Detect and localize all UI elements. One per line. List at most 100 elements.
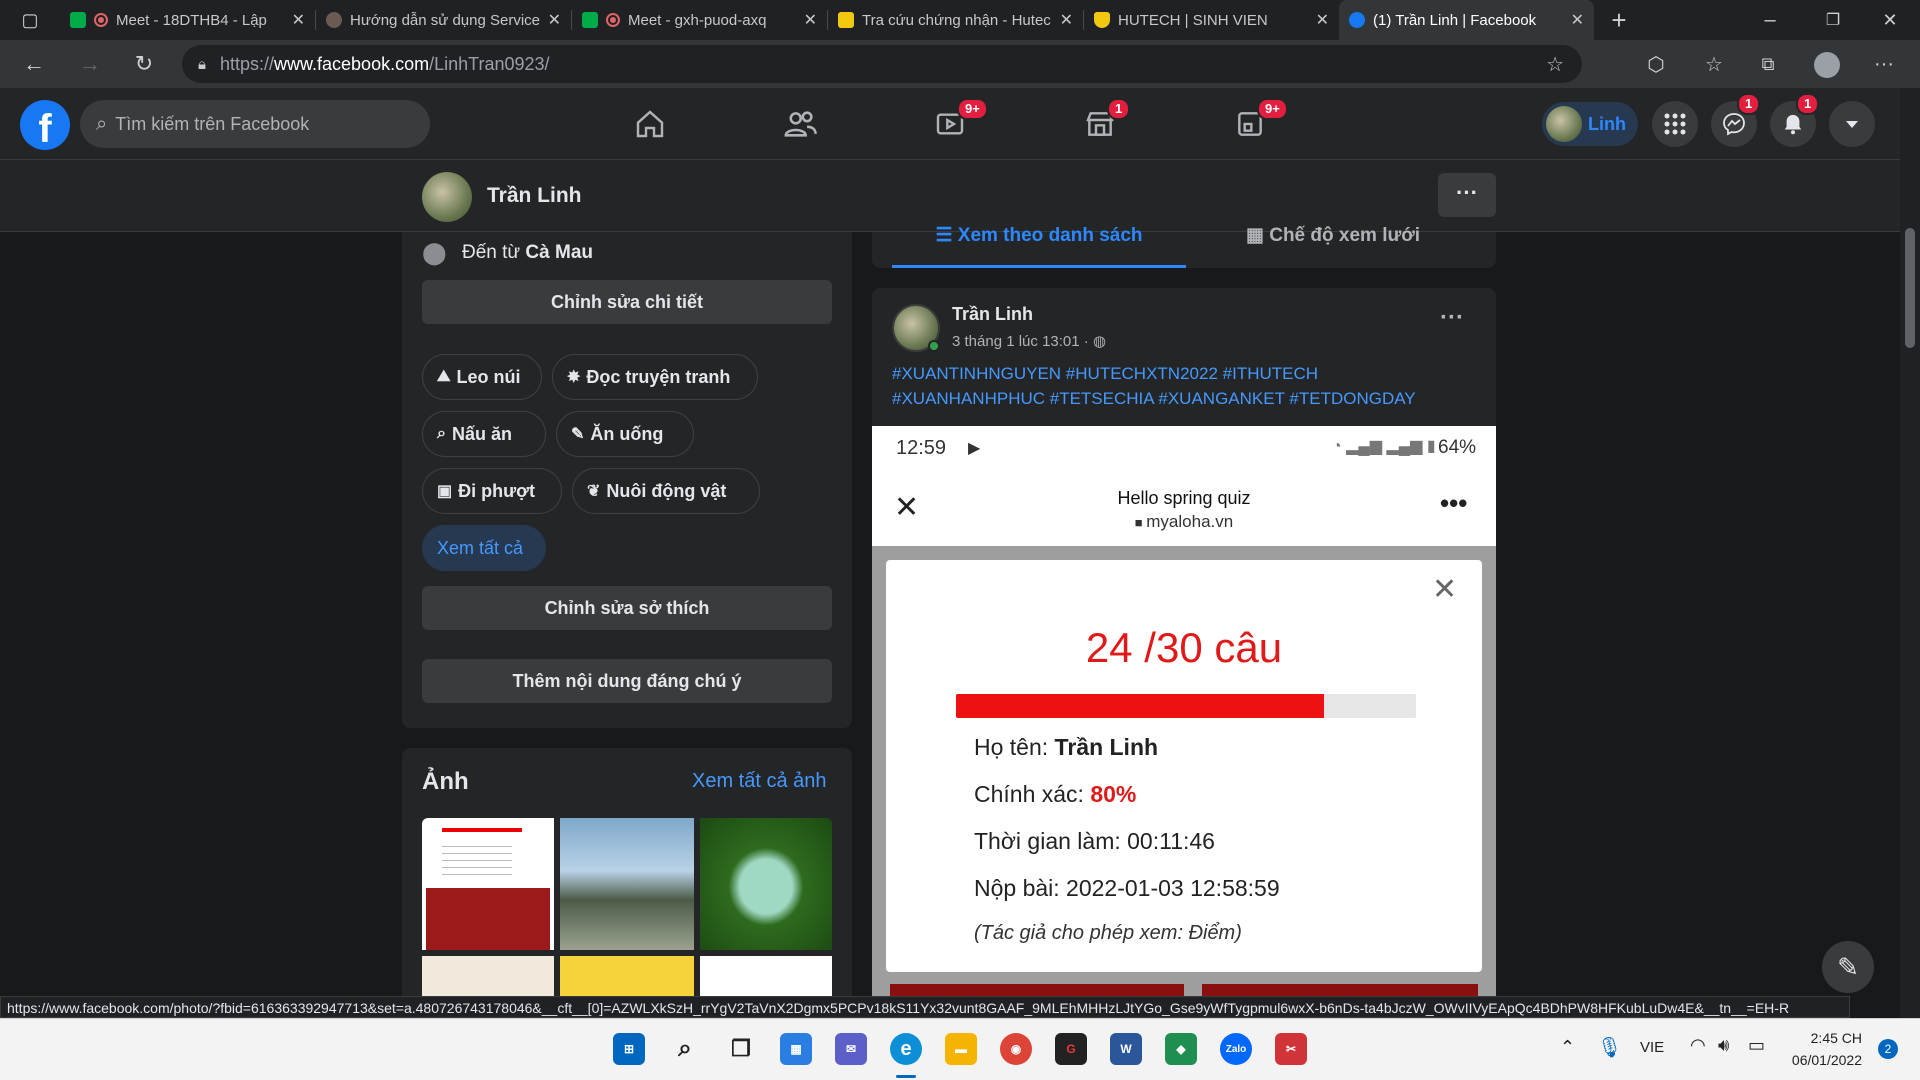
phone-battery: 64% [1438, 437, 1477, 458]
garena-icon[interactable]: G [1055, 1033, 1087, 1065]
profile-more-button[interactable]: ··· [1438, 173, 1496, 217]
scrollbar-thumb[interactable] [1905, 228, 1915, 348]
notifications-button[interactable]: 1 [1770, 93, 1820, 147]
battery-icon[interactable]: ▭ [1748, 1035, 1765, 1056]
page-scrollbar[interactable] [1900, 88, 1920, 1018]
teams-chat-icon[interactable]: ✉ [835, 1033, 867, 1065]
watch-nav-button[interactable]: 9+ [895, 98, 1005, 150]
start-icon[interactable]: ⊞ [613, 1033, 645, 1065]
photos-title[interactable]: Ảnh [422, 768, 469, 796]
see-all-hobbies-button[interactable]: Xem tất cả [422, 525, 546, 571]
photo-thumb-quiz[interactable] [422, 818, 554, 950]
tab-actions-icon[interactable]: ▢ [0, 0, 60, 40]
close-icon[interactable]: ✕ [1571, 10, 1584, 30]
marketplace-nav-button[interactable]: 1 [1045, 98, 1155, 150]
browser-profile-icon[interactable] [1814, 52, 1840, 78]
maximize-button[interactable]: ❐ [1813, 0, 1853, 40]
edit-details-button[interactable]: Chỉnh sửa chi tiết [422, 280, 832, 324]
clock-time[interactable]: 2:45 CH [1790, 1030, 1862, 1046]
browser-tab-1[interactable]: Meet - 18DTHB4 - Lập ✕ [60, 0, 315, 40]
menu-button[interactable] [1652, 101, 1698, 147]
url-prefix: https:// [219, 53, 275, 74]
search-icon[interactable]: ⌕ [669, 1033, 701, 1065]
minimize-button[interactable]: – [1750, 0, 1790, 40]
favorites-icon[interactable]: ☆ [1694, 44, 1734, 84]
snipping-tool-icon[interactable]: ✂ [1275, 1033, 1307, 1065]
widgets-icon[interactable]: ▦ [780, 1033, 812, 1065]
post-options-button[interactable]: ··· [1440, 304, 1464, 332]
add-featured-button[interactable]: Thêm nội dung đáng chú ý [422, 659, 832, 703]
favorite-star-icon[interactable]: ☆ [1546, 52, 1564, 77]
close-window-button[interactable]: ✕ [1870, 0, 1910, 40]
browser-tab-4[interactable]: Tra cứu chứng nhận - Hutec ✕ [828, 0, 1083, 40]
collections-icon[interactable]: ⧉ [1748, 44, 1788, 84]
profile-name[interactable]: Trần Linh [487, 184, 582, 208]
close-icon[interactable]: ✕ [804, 10, 817, 30]
friends-nav-button[interactable] [745, 98, 855, 150]
post-timestamp[interactable]: 3 tháng 1 lúc 13:01 · ◍ [952, 332, 1106, 350]
browser-tab-6-active[interactable]: (1) Trần Linh | Facebook ✕ [1339, 0, 1594, 40]
url-field[interactable]: 🔒︎ https:// www.facebook.com /LinhTran09… [182, 45, 1582, 83]
edit-hobbies-button[interactable]: Chỉnh sửa sở thích [422, 586, 832, 630]
account-menu-button[interactable] [1829, 101, 1875, 147]
messenger-button[interactable]: 1 [1711, 93, 1761, 147]
extensions-icon[interactable]: ⬡ [1636, 44, 1676, 84]
hometown-value[interactable]: Cà Mau [525, 242, 593, 263]
search-input[interactable]: ⌕ Tìm kiếm trên Facebook [80, 100, 430, 148]
clock-date[interactable]: 06/01/2022 [1780, 1052, 1862, 1068]
post-hashtags-line-2[interactable]: #XUANHANHPHUC #TETSECHIA #XUANGANKET #TE… [892, 389, 1416, 409]
language-indicator[interactable]: VIE [1640, 1039, 1664, 1056]
post-author-name[interactable]: Trần Linh [952, 304, 1033, 325]
post-image[interactable]: 12:59 ▶ ◔ ▂▄▆ ▂▄▆ ▮ 64% ✕ Hello spring q… [872, 426, 1496, 996]
notification-count-badge[interactable]: 2 [1878, 1039, 1898, 1059]
photo-thumb-5[interactable] [560, 956, 694, 996]
tab-list-view[interactable]: ☰ Xem theo danh sách [892, 226, 1186, 268]
hobby-chip-cooking[interactable]: ⌕ Nấu ăn [422, 411, 546, 457]
profile-shortcut[interactable]: Linh [1542, 102, 1638, 146]
word-icon[interactable]: W [1110, 1033, 1142, 1065]
see-all-photos-link[interactable]: Xem tất cả ảnh [692, 770, 827, 793]
notifications-badge: 1 [1796, 93, 1820, 115]
gaming-nav-button[interactable]: 9+ [1195, 98, 1305, 150]
close-icon[interactable]: ✕ [1060, 10, 1073, 30]
forward-button[interactable]: → [70, 44, 110, 84]
photo-thumb-6[interactable] [700, 956, 832, 996]
file-explorer-icon[interactable]: ▬ [945, 1033, 977, 1065]
chevron-up-icon[interactable]: ⌃ [1560, 1037, 1575, 1058]
wifi-icon[interactable]: ◠ [1690, 1035, 1706, 1056]
edge-icon[interactable]: e [890, 1033, 922, 1065]
task-view-icon[interactable]: ❐ [725, 1033, 757, 1065]
browser-tab-5[interactable]: HUTECH | SINH VIEN ✕ [1084, 0, 1339, 40]
close-icon[interactable]: ✕ [548, 10, 561, 30]
browser-tab-3[interactable]: Meet - gxh-puod-axq ✕ [572, 0, 827, 40]
post-hashtags-line-1[interactable]: #XUANTINHNGUYEN #HUTECHXTN2022 #ITHUTECH [892, 364, 1318, 384]
refresh-button[interactable]: ↻ [124, 44, 164, 84]
hobby-chip-comics[interactable]: ✸ Đọc truyện tranh [552, 354, 758, 400]
microphone-icon[interactable]: 🎙︎ [1597, 1035, 1622, 1060]
close-icon[interactable]: ✕ [292, 10, 305, 30]
back-button[interactable]: ← [14, 44, 54, 84]
volume-icon[interactable]: 🔊︎ [1718, 1035, 1729, 1056]
hobby-label: Đi phượt [458, 480, 535, 501]
home-icon [636, 110, 664, 138]
chrome-icon[interactable]: ◉ [1000, 1033, 1032, 1065]
close-icon[interactable]: ✕ [1316, 10, 1329, 30]
browser-tab-2[interactable]: Hướng dẫn sử dụng Service ✕ [316, 0, 571, 40]
facebook-logo[interactable]: f [20, 100, 70, 150]
tab-grid-view[interactable]: ▦ Chế độ xem lưới [1186, 226, 1480, 268]
home-nav-button[interactable] [595, 98, 705, 150]
new-message-button[interactable]: ✎ [1822, 941, 1874, 993]
hobby-chip-travel[interactable]: ▣ Đi phượt [422, 468, 562, 514]
hobby-chip-eating[interactable]: ✎ Ăn uống [556, 411, 694, 457]
profile-avatar[interactable] [422, 172, 472, 222]
vpn-icon[interactable]: ◆ [1165, 1033, 1197, 1065]
new-tab-button[interactable]: + [1594, 0, 1644, 40]
hobby-chip-hiking[interactable]: ⛰ Leo núi [422, 354, 542, 400]
thumb-red-block [426, 888, 550, 950]
photo-thumb-mountain[interactable] [560, 818, 694, 950]
photo-thumb-4[interactable] [422, 956, 554, 996]
zalo-icon[interactable]: Zalo [1220, 1033, 1252, 1065]
hobby-chip-pets[interactable]: ❦ Nuôi động vật [572, 468, 760, 514]
settings-menu-icon[interactable]: ··· [1864, 44, 1904, 84]
photo-thumb-heart-forest[interactable] [700, 818, 832, 950]
